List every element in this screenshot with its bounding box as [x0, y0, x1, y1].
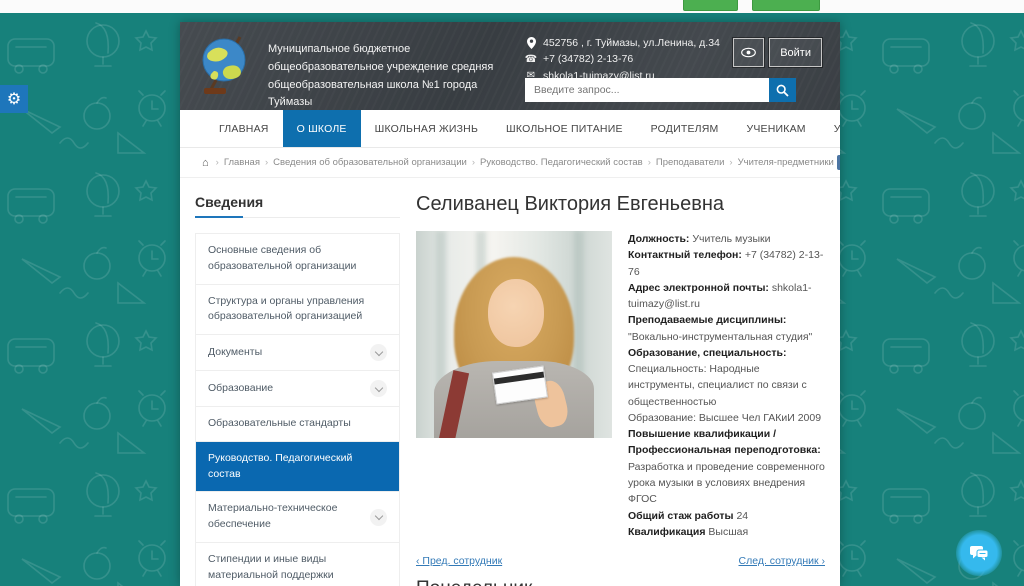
breadcrumb-link[interactable]: Руководство. Педагогический состав	[480, 157, 643, 168]
breadcrumb-separator: ›	[648, 157, 651, 168]
chevron-down-icon[interactable]	[370, 344, 387, 361]
nav-item[interactable]: ШКОЛЬНОЕ ПИТАНИЕ	[492, 110, 637, 147]
nav-item[interactable]: УЧЕНИКАМ	[732, 110, 819, 147]
field-label: Повышение квалификации / Профессиональна…	[628, 428, 821, 456]
next-employee-link[interactable]: След. сотрудник ›	[739, 555, 826, 567]
prev-employee-link[interactable]: ‹ Пред. сотрудник	[416, 555, 502, 567]
sidebar-item[interactable]: Основные сведения об образовательной орг…	[196, 234, 399, 285]
search-button[interactable]	[769, 78, 796, 102]
sidebar-item-label: Стипендии и иные виды материальной подде…	[208, 552, 387, 584]
profile-field: Должность: Учитель музыки	[628, 231, 825, 247]
header-contact-block: 452756 , г. Туймазы, ул.Ленина, д.34 ☎ +…	[525, 35, 720, 84]
search-input[interactable]	[525, 78, 769, 102]
profile-field: Квалификация Высшая	[628, 524, 825, 540]
gear-icon: ⚙	[7, 89, 21, 109]
field-label: Квалификация	[628, 526, 705, 538]
sidebar-item[interactable]: Структура и органы управления образовате…	[196, 285, 399, 336]
site-header: Муниципальное бюджетное общеобразователь…	[180, 22, 840, 110]
top-green-button-1[interactable]	[683, 0, 738, 11]
phone-icon: ☎	[525, 52, 537, 68]
chevron-down-icon[interactable]	[370, 380, 387, 397]
profile-field: Образование, специальность: Специальност…	[628, 345, 825, 426]
login-button[interactable]: Войти	[769, 38, 822, 67]
eye-icon	[741, 47, 756, 58]
field-label: Контактный телефон:	[628, 249, 742, 261]
sidebar-item-label: Руководство. Педагогический состав	[208, 451, 387, 483]
breadcrumb-separator: ›	[729, 157, 732, 168]
field-value: Разработка и проведение современного уро…	[628, 461, 825, 506]
breadcrumb-link[interactable]: Главная	[224, 157, 260, 168]
profile-field: Повышение квалификации / Профессиональна…	[628, 426, 825, 507]
sidebar-item-label: Документы	[208, 345, 262, 361]
profile-field: Преподаваемые дисциплины: "Вокально-инст…	[628, 312, 825, 345]
phone-text: +7 (34782) 2-13-76	[543, 51, 633, 67]
search-icon	[776, 84, 789, 97]
schedule-day-title: Понедельник	[416, 578, 825, 586]
field-label: Преподаваемые дисциплины:	[628, 314, 786, 326]
nav-item[interactable]: УЧИТЕЛЯМ	[820, 110, 840, 147]
sidebar: Сведения Основные сведения об образовате…	[195, 188, 400, 586]
nav-item[interactable]: О ШКОЛЕ	[283, 110, 361, 147]
field-label: Образование, специальность:	[628, 347, 786, 359]
page-container: Муниципальное бюджетное общеобразователь…	[180, 22, 840, 586]
school-name: Муниципальное бюджетное общеобразователь…	[268, 41, 520, 112]
social-icons: vk f t ok	[834, 155, 840, 170]
top-green-button-2[interactable]	[752, 0, 820, 11]
address-row: 452756 , г. Туймазы, ул.Ленина, д.34	[525, 35, 720, 51]
field-label: Адрес электронной почты:	[628, 282, 769, 294]
home-icon[interactable]: ⌂	[202, 157, 209, 169]
profile-field: Адрес электронной почты: shkola1-tuimazy…	[628, 280, 825, 313]
sidebar-item-label: Основные сведения об образовательной орг…	[208, 243, 387, 275]
breadcrumb-separator: ›	[265, 157, 268, 168]
breadcrumb-separator: ›	[472, 157, 475, 168]
chat-button[interactable]	[956, 530, 1002, 576]
chevron-down-icon[interactable]	[370, 509, 387, 526]
sidebar-item[interactable]: Материально-техническое обеспечение	[196, 492, 399, 543]
teacher-details: Должность: Учитель музыки Контактный тел…	[628, 231, 825, 540]
browser-top-strip	[0, 0, 1024, 13]
field-value: 24	[736, 510, 748, 522]
social-icon[interactable]: vk	[837, 155, 840, 170]
breadcrumb-separator: ›	[216, 157, 219, 168]
breadcrumb-link[interactable]: Сведения об образовательной организации	[273, 157, 467, 168]
sidebar-item-label: Материально-техническое обеспечение	[208, 501, 362, 533]
breadcrumb-row: ⌂ › Главная › Сведения об образовательной …	[180, 148, 840, 178]
field-label: Должность:	[628, 233, 689, 245]
breadcrumb: ⌂ › Главная › Сведения об образовательной …	[202, 157, 834, 169]
profile-field: Контактный телефон: +7 (34782) 2-13-76	[628, 247, 825, 280]
nav-item[interactable]: РОДИТЕЛЯМ	[637, 110, 733, 147]
sidebar-menu: Основные сведения об образовательной орг…	[195, 233, 400, 586]
field-label: Общий стаж работы	[628, 510, 734, 522]
field-value: "Вокально-инструментальная студия"	[628, 331, 812, 343]
main-nav: ГЛАВНАЯ О ШКОЛЕ ШКОЛЬНАЯ ЖИЗНЬ ШКОЛЬНОЕ …	[180, 110, 840, 148]
employee-pager: ‹ Пред. сотрудник След. сотрудник ›	[416, 555, 825, 567]
sidebar-item-label: Структура и органы управления образовате…	[208, 294, 387, 326]
accessibility-gear-button[interactable]: ⚙	[0, 85, 28, 113]
breadcrumb-link[interactable]: Учителя-предметники	[738, 157, 834, 168]
sidebar-item[interactable]: Образовательные стандарты	[196, 407, 399, 442]
sidebar-item[interactable]: Документы	[196, 335, 399, 371]
visually-impaired-version-button[interactable]	[733, 38, 764, 67]
location-pin-icon	[525, 37, 537, 49]
chat-bubbles-icon	[969, 545, 989, 561]
field-value: Высшая	[708, 526, 748, 538]
sidebar-item[interactable]: Стипендии и иные виды материальной подде…	[196, 543, 399, 586]
teacher-photo	[416, 231, 612, 438]
breadcrumb-link[interactable]: Преподаватели	[656, 157, 725, 168]
main-content: Селиванец Виктория Евгеньевна Долж	[400, 188, 825, 586]
field-value: Специальность: Народные инструменты, спе…	[628, 363, 821, 424]
teacher-name-title: Селиванец Виктория Евгеньевна	[416, 193, 825, 216]
field-value: Учитель музыки	[692, 233, 770, 245]
sidebar-item[interactable]: Образование	[196, 371, 399, 407]
address-text: 452756 , г. Туймазы, ул.Ленина, д.34	[543, 35, 720, 51]
sidebar-item[interactable]: Руководство. Педагогический состав	[196, 442, 399, 493]
sidebar-item-label: Образование	[208, 381, 273, 397]
phone-row: ☎ +7 (34782) 2-13-76	[525, 51, 720, 67]
nav-item[interactable]: ШКОЛЬНАЯ ЖИЗНЬ	[361, 110, 492, 147]
profile-field: Общий стаж работы 24	[628, 508, 825, 524]
nav-item[interactable]: ГЛАВНАЯ	[205, 110, 283, 147]
sidebar-item-label: Образовательные стандарты	[208, 416, 351, 432]
globe-logo[interactable]	[196, 33, 254, 97]
sidebar-title: Сведения	[195, 188, 400, 218]
